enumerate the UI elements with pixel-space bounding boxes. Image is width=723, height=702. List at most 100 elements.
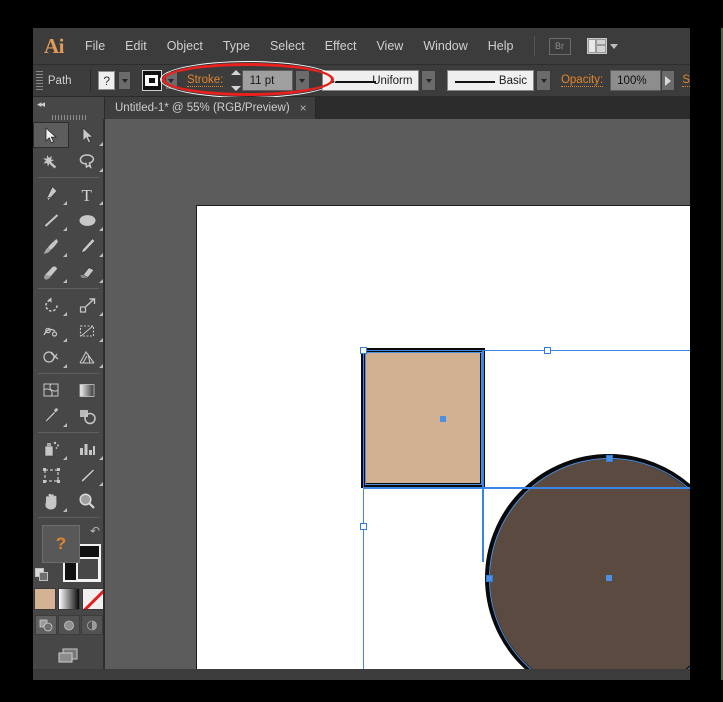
opacity-flyout-button[interactable] (661, 70, 676, 91)
scale-tool[interactable] (69, 292, 105, 318)
tools-panel-grip[interactable] (33, 112, 104, 122)
opacity-input[interactable]: 100% (610, 70, 662, 91)
swatch-inner (145, 75, 159, 86)
color-swatch-fill[interactable] (33, 588, 56, 610)
eyedropper-tool[interactable] (33, 403, 69, 429)
chevron-down-icon (540, 78, 547, 83)
gradient-tool[interactable] (69, 377, 105, 403)
bridge-icon[interactable]: Br (548, 37, 571, 55)
stroke-weight-stepper[interactable] (230, 70, 241, 91)
close-icon[interactable]: × (300, 101, 307, 115)
width-tool[interactable] (33, 318, 69, 344)
rectangle-shape[interactable] (361, 348, 485, 488)
stroke-weight-input[interactable]: 11 pt (241, 70, 293, 91)
menu-item-view[interactable]: View (366, 28, 413, 64)
brush-definition-select[interactable]: Basic (446, 70, 535, 91)
selection-tool[interactable] (33, 122, 69, 148)
blend-tool[interactable] (69, 403, 105, 429)
menu-item-effect[interactable]: Effect (315, 28, 367, 64)
menu-item-help[interactable]: Help (478, 28, 524, 64)
lasso-tool[interactable] (69, 148, 105, 174)
pencil-tool[interactable] (69, 233, 105, 259)
stroke-weight-label[interactable]: Stroke: (186, 74, 224, 87)
arrange-documents-button[interactable] (586, 38, 618, 54)
style-label-truncated[interactable]: S (682, 74, 690, 87)
control-bar-grip[interactable] (36, 71, 43, 90)
width-profile-select[interactable]: Uniform (321, 70, 420, 91)
tool-flyout-indicator[interactable] (63, 338, 67, 342)
pen-tool[interactable] (33, 181, 69, 207)
collapse-panel-button[interactable]: ◂◂ (33, 97, 104, 112)
magic-wand-tool[interactable] (33, 148, 69, 174)
ellipse-tool[interactable] (69, 207, 105, 233)
eraser-tool[interactable] (69, 259, 105, 285)
menu-item-object[interactable]: Object (157, 28, 213, 64)
artboard-tool[interactable] (33, 462, 69, 488)
menu-item-file[interactable]: File (75, 28, 115, 64)
zoom-tool[interactable] (69, 488, 105, 514)
shape-builder-tool[interactable] (33, 344, 69, 370)
stroke-weight-dropdown-button[interactable] (294, 70, 310, 91)
menu-item-window[interactable]: Window (413, 28, 477, 64)
tool-flyout-indicator[interactable] (63, 456, 67, 460)
tool-flyout-indicator[interactable] (63, 364, 67, 368)
opacity-label[interactable]: Opacity: (560, 74, 604, 87)
circle-shape[interactable] (485, 454, 690, 669)
fill-color-indicator[interactable]: ? (42, 525, 80, 563)
document-canvas[interactable] (105, 119, 690, 669)
help-dropdown-button[interactable] (118, 71, 132, 90)
rotate-tool[interactable] (33, 292, 69, 318)
draw-behind-mode-button[interactable] (57, 615, 80, 635)
help-button[interactable]: ? (98, 71, 116, 90)
tool-flyout-indicator[interactable] (63, 227, 67, 231)
change-screen-mode-button[interactable] (54, 645, 84, 667)
tools-divider (38, 177, 99, 178)
stroke-color-swatch[interactable] (141, 70, 162, 91)
bbox-handle-middle-left[interactable] (360, 523, 367, 530)
tools-divider (38, 373, 99, 374)
swap-fill-stroke-icon[interactable]: ↶ (90, 524, 100, 538)
free-transform-tool[interactable] (69, 318, 105, 344)
bbox-handle-top-center[interactable] (544, 347, 551, 354)
tool-flyout-indicator[interactable] (63, 279, 67, 283)
app-logo: Ai (44, 33, 65, 58)
draw-normal-mode-button[interactable] (34, 615, 57, 635)
perspective-grid-tool[interactable] (69, 344, 105, 370)
direct-selection-tool[interactable] (69, 122, 105, 148)
type-tool[interactable]: T (69, 181, 105, 207)
tool-flyout-indicator[interactable] (63, 508, 67, 512)
draw-inside-mode-button[interactable] (80, 615, 103, 635)
tool-flyout-indicator[interactable] (63, 253, 67, 257)
stroke-preview-line (329, 81, 376, 83)
menu-item-edit[interactable]: Edit (115, 28, 157, 64)
width-profile-dropdown-button[interactable] (421, 70, 437, 91)
artboard[interactable] (196, 205, 690, 669)
stepper-up-icon[interactable] (230, 70, 241, 75)
mesh-tool[interactable] (33, 377, 69, 403)
control-bar: Path ? Stroke: 11 pt Uniform Basic Opaci… (33, 64, 690, 97)
tool-flyout-indicator[interactable] (63, 201, 67, 205)
symbol-sprayer-tool[interactable] (33, 436, 69, 462)
hand-tool[interactable] (33, 488, 69, 514)
line-segment-tool[interactable] (33, 207, 69, 233)
menu-item-select[interactable]: Select (260, 28, 315, 64)
column-graph-tool[interactable] (69, 436, 105, 462)
color-mode-row (33, 588, 104, 610)
none-swatch-icon[interactable] (81, 588, 104, 610)
tool-flyout-indicator[interactable] (63, 423, 67, 427)
object-type-label: Path (47, 74, 72, 87)
tool-flyout-indicator[interactable] (63, 312, 67, 316)
paintbrush-tool[interactable] (33, 233, 69, 259)
blob-brush-tool[interactable] (33, 259, 69, 285)
gradient-swatch-icon[interactable] (57, 588, 80, 610)
slice-tool[interactable] (69, 462, 105, 488)
tools-group-drawing: T (33, 181, 104, 285)
stepper-down-icon[interactable] (230, 86, 241, 91)
menu-item-type[interactable]: Type (213, 28, 260, 64)
brush-preview-line (454, 81, 495, 83)
brush-definition-dropdown-button[interactable] (536, 70, 551, 91)
stroke-color-dropdown-button[interactable] (164, 71, 178, 90)
document-tab-title: Untitled-1* @ 55% (RGB/Preview) (115, 102, 290, 114)
default-fill-stroke-icon[interactable] (35, 568, 50, 583)
document-tab[interactable]: Untitled-1* @ 55% (RGB/Preview) × (105, 97, 316, 119)
